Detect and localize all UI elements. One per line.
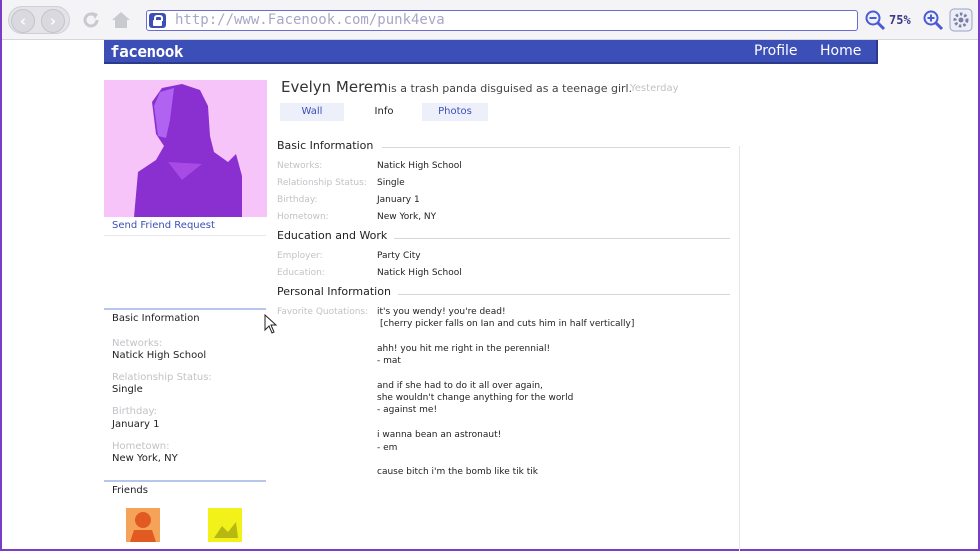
networks-value: Natick High School [377,161,462,171]
tab-photos[interactable]: Photos [422,103,488,121]
sidebar-hometown-label: Hometown: [112,441,170,452]
nav-home-link[interactable]: Home [820,43,861,59]
profile-status: is a trash panda disguised as a teenage … [388,82,633,95]
sidebar-birthday-label: Birthday: [112,406,158,417]
quote-line: cause bitch i'm the bomb like tik tik [377,467,538,477]
sidebar-hometown-value: New York, NY [112,453,178,464]
status-timestamp: Yesterday [630,83,679,94]
education-value: Natick High School [377,268,462,278]
networks-label: Networks: [277,161,323,171]
zoom-out-icon[interactable] [864,9,886,31]
nav-profile-link[interactable]: Profile [754,43,798,59]
section-divider [382,147,730,148]
quotations-label: Favorite Quotations: [277,307,369,317]
home-icon[interactable] [110,9,132,31]
profile-silhouette-image [134,84,242,217]
zoom-in-icon[interactable] [922,9,944,31]
site-header: facenook Profile Home [104,40,878,64]
site-logo[interactable]: facenook [110,42,184,61]
content-right-border [739,146,740,551]
sidebar-networks-label: Networks: [112,338,163,349]
sidebar-friends-title: Friends [112,485,148,496]
sidebar-birthday-value: January 1 [112,419,160,430]
relationship-label: Relationship Status: [277,178,367,188]
birthday-label: Birthday: [277,195,318,205]
reload-icon[interactable] [80,9,102,31]
sidebar-basic-info-border [104,308,266,310]
settings-gear-icon[interactable] [949,8,973,32]
tab-wall[interactable]: Wall [280,103,344,121]
friend-avatar-image [214,522,238,538]
quote-line: i wanna bean an astronaut! [377,430,502,440]
sidebar-friends-border [104,480,266,482]
section-divider [398,294,730,295]
friend-avatar-image [130,512,156,542]
education-label: Education: [277,268,325,278]
profile-name: Evelyn Merem [281,78,388,96]
history-nav-group: ‹ › [8,6,70,34]
profile-photo[interactable] [104,80,267,217]
sidebar-basic-info-title: Basic Information [112,313,200,324]
url-text: http://www.Facenook.com/punk4eva [175,12,445,28]
birthday-value: January 1 [377,195,420,205]
browser-toolbar: ‹ › http://www.Facenook.com/punk4eva 75% [2,0,978,40]
quote-line: [cherry picker falls on Ian and cuts him… [380,319,635,329]
quote-line: - em [377,443,398,453]
hometown-label: Hometown: [277,212,329,222]
send-friend-request-link[interactable]: Send Friend Request [112,220,215,231]
quote-line: and if she had to do it all over again, [377,381,543,391]
sidebar-relationship-value: Single [112,384,143,395]
quote-line: ahh! you hit me right in the perennial! [377,344,551,354]
mouse-cursor-icon [264,314,278,334]
tab-info[interactable]: Info [354,103,414,121]
section-divider [394,238,730,239]
employer-value: Party City [377,251,421,261]
sidebar-relationship-label: Relationship Status: [112,372,212,383]
education-section-title: Education and Work [277,229,388,242]
back-icon[interactable]: ‹ [11,9,35,33]
friend-thumbnail[interactable] [126,508,160,542]
friend-thumbnail[interactable] [208,508,242,542]
quote-line: she wouldn't change anything for the wor… [377,393,574,403]
sidebar-networks-value: Natick High School [112,350,207,361]
lock-icon [149,13,166,28]
quote-line: it's you wendy! you're dead! [377,307,506,317]
sidebar-divider [104,235,266,236]
zoom-level: 75% [889,13,911,27]
quote-line: - against me! [377,405,438,415]
forward-icon[interactable]: › [41,9,65,33]
address-bar[interactable]: http://www.Facenook.com/punk4eva [146,10,858,31]
personal-section-title: Personal Information [277,285,391,298]
relationship-value: Single [377,178,405,188]
hometown-value: New York, NY [377,212,437,222]
quote-line: - mat [377,356,401,366]
employer-label: Employer: [277,251,323,261]
basic-info-section-title: Basic Information [277,139,374,152]
